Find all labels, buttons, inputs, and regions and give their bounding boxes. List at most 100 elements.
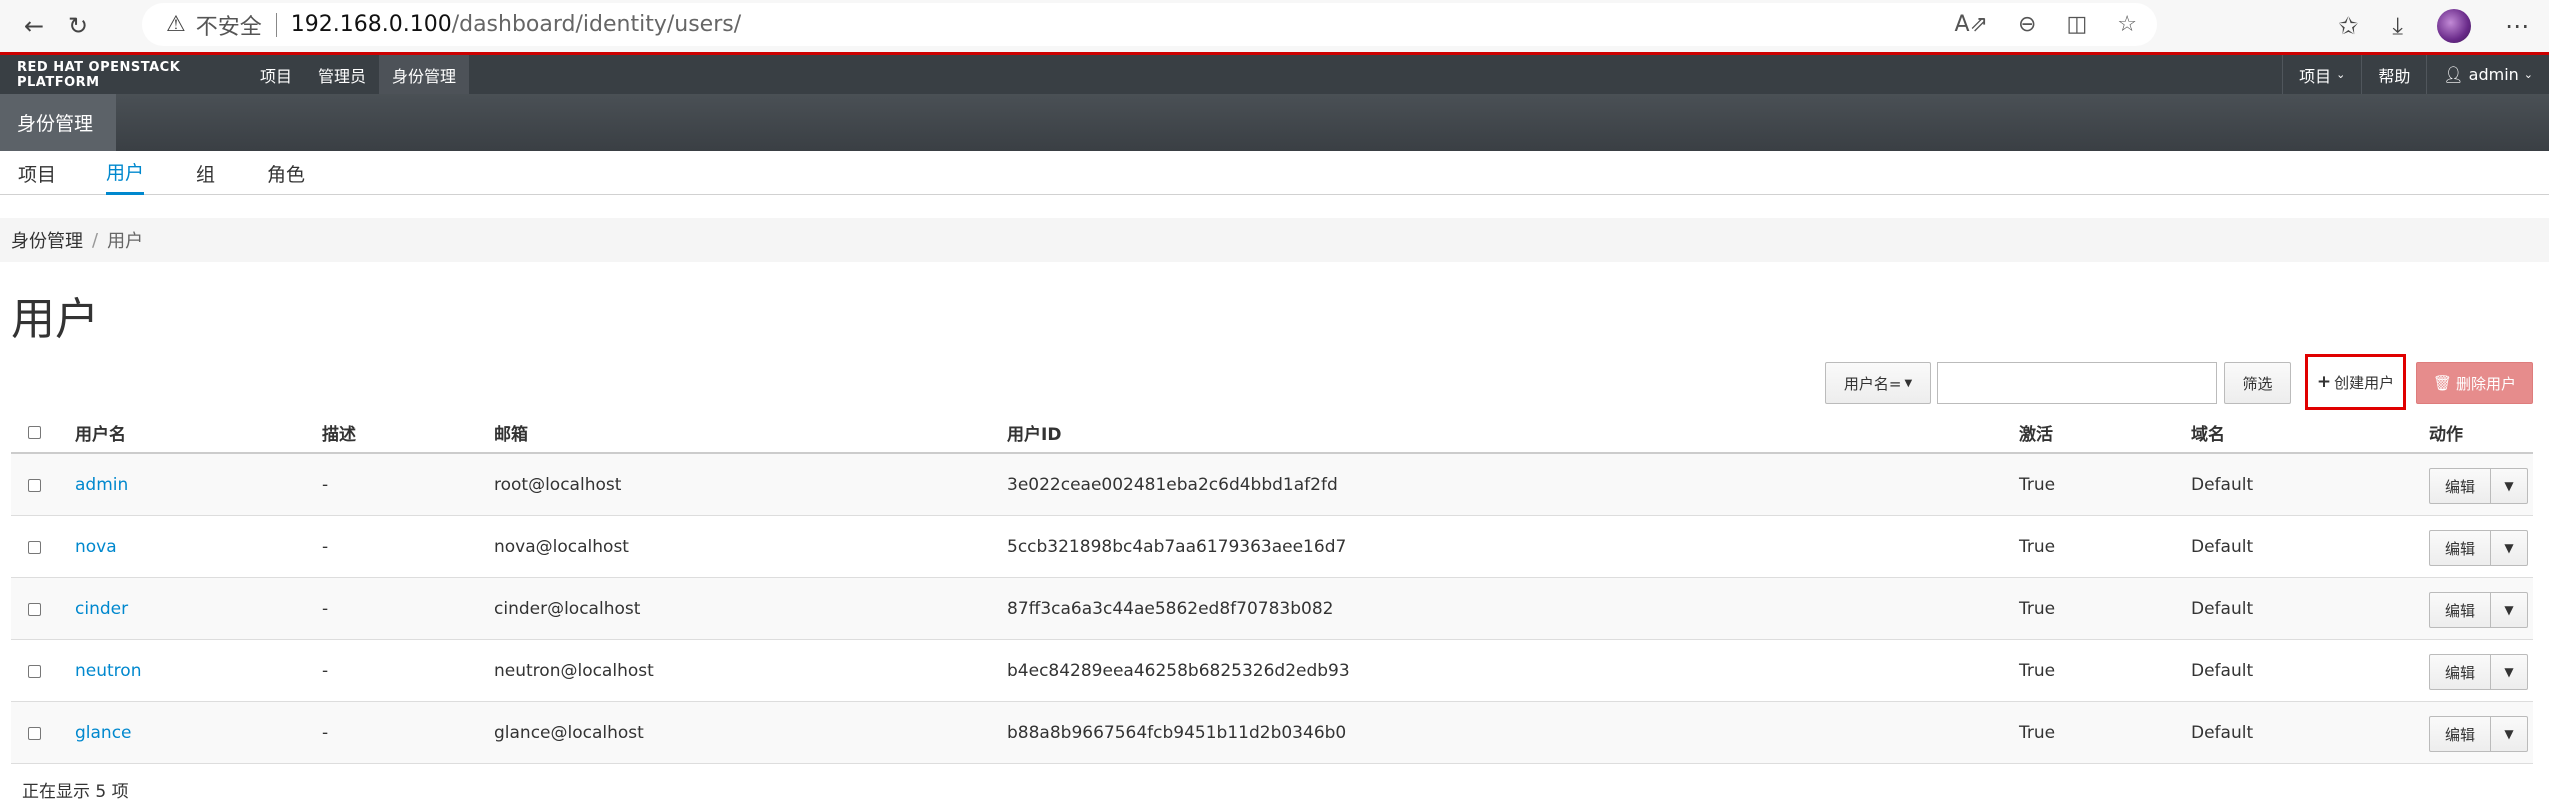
user-enabled: True: [2019, 723, 2056, 743]
user-name-link[interactable]: admin: [75, 475, 128, 495]
insecure-label: 不安全: [195, 14, 262, 40]
actions-dropdown-toggle[interactable]: ▼: [2491, 654, 2528, 690]
create-user-label: 创建用户: [2334, 373, 2395, 392]
header-user-id[interactable]: 用户ID: [1007, 410, 1061, 454]
row-select-cell: [28, 516, 41, 578]
delete-users-button[interactable]: 🗑︎ 删除用户: [2416, 362, 2533, 404]
tab-projects[interactable]: 项目: [18, 151, 56, 195]
actions-dropdown-toggle[interactable]: ▼: [2491, 530, 2528, 566]
user-enabled: True: [2019, 599, 2056, 619]
user-domain: Default: [2191, 661, 2254, 681]
header-enabled[interactable]: 激活: [2019, 410, 2053, 454]
row-checkbox[interactable]: [28, 540, 41, 554]
filter-input[interactable]: [1937, 362, 2217, 404]
section-tab-identity[interactable]: 身份管理: [0, 94, 116, 151]
filter-button[interactable]: 筛选: [2224, 362, 2291, 404]
user-dropdown[interactable]: 👤︎ admin ⌄: [2426, 55, 2549, 94]
profile-avatar[interactable]: [2437, 9, 2471, 43]
panel-tabs: 项目 用户 组 角色: [0, 151, 2549, 195]
row-checkbox[interactable]: [28, 726, 41, 740]
refresh-icon[interactable]: ↻: [58, 6, 98, 46]
browser-right-tools: ✩ ⤓ ⋯: [2338, 0, 2529, 52]
breadcrumb-separator: /: [92, 229, 99, 251]
create-user-button[interactable]: + 创建用户: [2305, 354, 2406, 410]
user-name-link[interactable]: nova: [75, 537, 117, 557]
row-select-cell: [28, 640, 41, 702]
download-icon[interactable]: ⤓: [2392, 12, 2403, 40]
user-description: -: [322, 537, 329, 557]
help-link[interactable]: 帮助: [2361, 55, 2426, 94]
user-description: -: [322, 475, 329, 495]
split-screen-icon[interactable]: ◫: [2066, 12, 2087, 37]
user-domain: Default: [2191, 537, 2254, 557]
edit-button[interactable]: 编辑: [2429, 530, 2491, 566]
back-arrow-icon[interactable]: ←: [14, 6, 54, 46]
user-email: cinder@localhost: [494, 599, 641, 619]
edit-button[interactable]: 编辑: [2429, 654, 2491, 690]
top-right-menu: 项目 ⌄ 帮助 👤︎ admin ⌄: [2282, 55, 2549, 94]
openstack-topbar: RED HAT OPENSTACK PLATFORM 项目 管理员 身份管理 项…: [0, 55, 2549, 94]
project-dropdown-label: 项目: [2299, 66, 2332, 86]
breadcrumb: 身份管理 / 用户: [0, 218, 2549, 262]
address-bar[interactable]: ⚠ 不安全 192.168.0.100/dashboard/identity/u…: [142, 3, 2157, 46]
more-icon[interactable]: ⋯: [2505, 12, 2529, 40]
row-checkbox[interactable]: [28, 602, 41, 616]
select-all-checkbox[interactable]: [28, 425, 41, 439]
section-bar: 身份管理: [0, 94, 2549, 151]
filter-field-select[interactable]: 用户名= ▼: [1825, 362, 1931, 404]
user-id: 3e022ceae002481eba2c6d4bbd1af2fd: [1007, 475, 1338, 495]
edit-button[interactable]: 编辑: [2429, 592, 2491, 628]
table-row: cinder - cinder@localhost 87ff3ca6a3c44a…: [11, 578, 2533, 640]
user-name-cell: neutron: [75, 640, 141, 702]
address-separator: [275, 12, 277, 37]
user-name-link[interactable]: glance: [75, 723, 132, 743]
header-name[interactable]: 用户名: [75, 410, 126, 454]
row-checkbox[interactable]: [28, 478, 41, 492]
read-aloud-icon[interactable]: A⇗: [1955, 12, 1988, 37]
zoom-out-icon[interactable]: ⊖: [2018, 12, 2036, 37]
row-actions: 编辑 ▼: [2429, 592, 2528, 628]
edit-button[interactable]: 编辑: [2429, 716, 2491, 752]
user-name-link[interactable]: neutron: [75, 661, 141, 681]
top-nav-admin[interactable]: 管理员: [305, 55, 379, 94]
tab-groups[interactable]: 组: [196, 151, 215, 195]
caret-down-icon: ▼: [2504, 665, 2514, 679]
tab-roles[interactable]: 角色: [267, 151, 305, 195]
select-all-cell: [28, 410, 41, 454]
actions-dropdown-toggle[interactable]: ▼: [2491, 716, 2528, 752]
top-nav-project[interactable]: 项目: [247, 55, 305, 94]
user-id: b88a8b9667564fcb9451b11d2b0346b0: [1007, 723, 1347, 743]
tab-users[interactable]: 用户: [106, 151, 145, 195]
actions-dropdown-toggle[interactable]: ▼: [2491, 592, 2528, 628]
row-checkbox[interactable]: [28, 664, 41, 678]
warning-icon: ⚠: [166, 12, 186, 37]
header-description[interactable]: 描述: [322, 410, 356, 454]
caret-down-icon: ▼: [2504, 479, 2514, 493]
brand-logo[interactable]: RED HAT OPENSTACK PLATFORM: [0, 60, 247, 90]
caret-down-icon: ▼: [1904, 377, 1913, 389]
user-name-link[interactable]: cinder: [75, 599, 128, 619]
users-table: 用户名 描述 邮箱 用户ID 激活 域名 动作 admin - root@loc…: [11, 410, 2533, 764]
user-description: -: [322, 661, 329, 681]
user-id: 5ccb321898bc4ab7aa6179363aee16d7: [1007, 537, 1347, 557]
breadcrumb-root[interactable]: 身份管理: [11, 227, 83, 253]
actions-dropdown-toggle[interactable]: ▼: [2491, 468, 2528, 504]
caret-down-icon: ▼: [2504, 541, 2514, 555]
browser-toolbar: ← ↻ ⚠ 不安全 192.168.0.100/dashboard/identi…: [0, 0, 2549, 52]
url-path: /dashboard/identity/users/: [451, 12, 742, 37]
add-favorite-icon[interactable]: ☆: [2117, 12, 2137, 37]
chevron-down-icon: ⌄: [2336, 68, 2346, 81]
row-select-cell: [28, 454, 41, 516]
edit-button[interactable]: 编辑: [2429, 468, 2491, 504]
header-domain[interactable]: 域名: [2191, 410, 2225, 454]
user-description: -: [322, 599, 329, 619]
header-email[interactable]: 邮箱: [494, 410, 528, 454]
favorites-icon[interactable]: ✩: [2338, 12, 2358, 40]
url-host: 192.168.0.100: [290, 12, 452, 37]
project-dropdown[interactable]: 项目 ⌄: [2282, 55, 2361, 94]
user-name-cell: glance: [75, 702, 132, 764]
top-nav-identity[interactable]: 身份管理: [379, 55, 470, 94]
user-name-cell: admin: [75, 454, 128, 516]
items-count: 正在显示 5 项: [22, 782, 129, 802]
user-enabled: True: [2019, 661, 2056, 681]
